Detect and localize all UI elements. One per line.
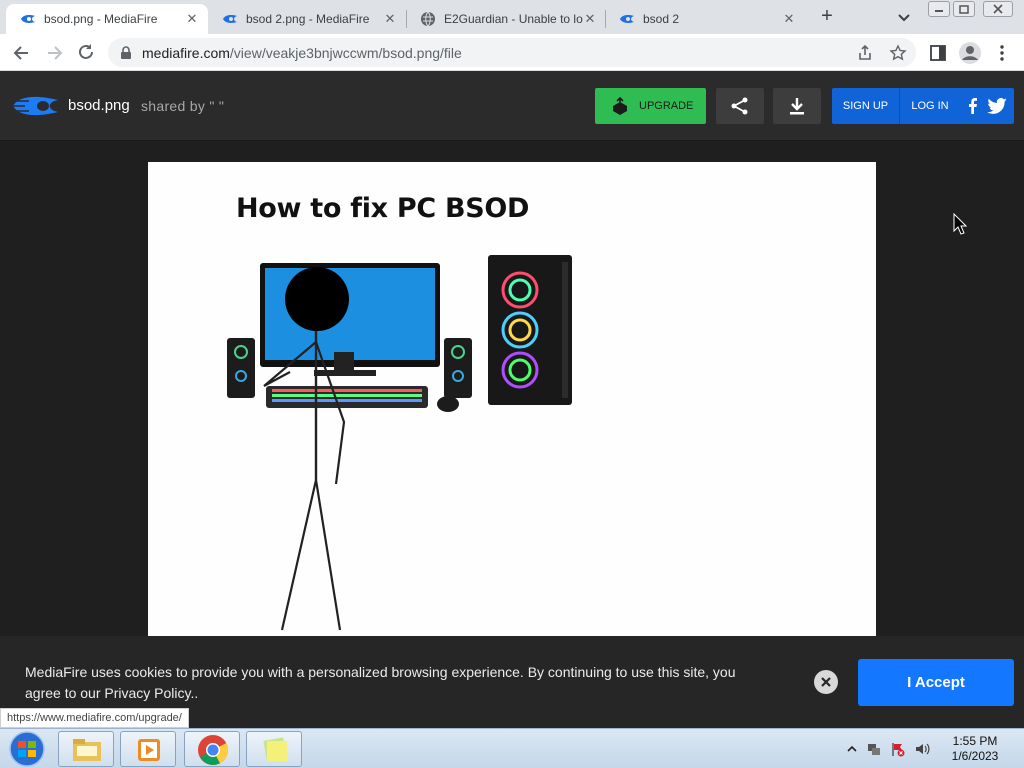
browser-toolbar: mediafire.com/view/veakje3bnjwccwm/bsod.… [0, 34, 1024, 71]
mediafire-icon [620, 15, 634, 23]
globe-icon [421, 11, 435, 27]
accept-cookies-button[interactable]: I Accept [858, 659, 1014, 706]
tab-bsod-2-png[interactable]: bsod 2.png - MediaFire ✕ [208, 4, 406, 34]
folder-icon [73, 739, 101, 761]
mediafire-header: bsod.png shared by " " UPGRADE SIGN UP L… [0, 71, 1024, 141]
file-name: bsod.png [68, 97, 130, 114]
tab-bsod-png[interactable]: bsod.png - MediaFire ✕ [6, 4, 208, 34]
taskbar-chrome-button[interactable] [184, 731, 240, 767]
upgrade-label: UPGRADE [639, 100, 694, 112]
tab-close-icon[interactable]: ✕ [781, 11, 797, 27]
media-player-icon [138, 739, 160, 761]
log-in-button[interactable]: LOG IN [901, 88, 959, 124]
kebab-menu-icon[interactable] [994, 43, 1010, 63]
address-bar[interactable]: mediafire.com/view/veakje3bnjwccwm/bsod.… [108, 38, 916, 67]
url-host: mediafire.com [142, 45, 230, 61]
share-icon [731, 97, 748, 115]
upgrade-button[interactable]: UPGRADE [595, 88, 706, 124]
profile-avatar-icon[interactable] [958, 41, 982, 65]
chrome-icon [198, 735, 229, 765]
tab-bsod-2[interactable]: bsod 2 ✕ [605, 4, 805, 34]
sticky-notes-icon [263, 737, 287, 761]
pc-illustration [227, 255, 572, 631]
mediafire-icon [21, 15, 35, 23]
preview-area: How to fix PC BSOD [0, 141, 1024, 636]
tab-search-chevron-icon[interactable] [892, 6, 916, 28]
download-icon [790, 98, 804, 115]
tab-title: bsod 2 [643, 12, 680, 26]
shared-by-text: shared by " " [141, 98, 225, 114]
mediafire-icon [223, 15, 237, 23]
back-arrow-icon[interactable] [9, 40, 35, 66]
download-button[interactable] [773, 88, 821, 124]
taskbar-media-player-button[interactable] [120, 731, 176, 767]
tab-strip: bsod.png - MediaFire ✕ bsod 2.png - Medi… [0, 0, 1024, 34]
tab-close-icon[interactable]: ✕ [582, 11, 598, 27]
forward-arrow-icon[interactable] [41, 40, 67, 66]
system-clock[interactable]: 1:55 PM 1/6/2023 [940, 734, 1010, 764]
close-window-button[interactable] [983, 1, 1013, 17]
network-icon[interactable] [866, 741, 882, 757]
bookmark-star-icon[interactable] [889, 44, 907, 62]
windows-start-icon[interactable] [6, 730, 48, 768]
tab-close-icon[interactable]: ✕ [382, 11, 398, 27]
close-icon [993, 4, 1003, 14]
image-title: How to fix PC BSOD [236, 193, 530, 224]
url-text: mediafire.com/view/veakje3bnjwccwm/bsod.… [142, 45, 462, 61]
close-icon [821, 677, 831, 687]
side-panel-icon[interactable] [929, 44, 947, 62]
share-page-icon[interactable] [856, 44, 874, 62]
lock-icon[interactable] [120, 46, 132, 60]
cookie-message: MediaFire uses cookies to provide you wi… [25, 664, 736, 701]
link-status-bar: https://www.mediafire.com/upgrade/ [0, 708, 189, 728]
volume-icon[interactable] [914, 741, 930, 757]
windows-taskbar: 1:55 PM 1/6/2023 [0, 728, 1024, 768]
sign-up-button[interactable]: SIGN UP [832, 88, 900, 124]
show-hidden-icons-chevron-icon[interactable] [844, 741, 860, 757]
taskbar-notes-button[interactable] [246, 731, 302, 767]
auth-button-group: SIGN UP LOG IN [832, 88, 1014, 124]
mouse-cursor-icon [953, 213, 967, 235]
image-preview: How to fix PC BSOD [148, 162, 876, 636]
minimize-icon [935, 10, 943, 12]
taskbar-explorer-button[interactable] [58, 731, 114, 767]
cookie-close-button[interactable] [814, 670, 838, 694]
url-path: /view/veakje3bnjwccwm/bsod.png/file [229, 45, 462, 61]
tab-title: bsod 2.png - MediaFire [246, 12, 370, 26]
reload-icon[interactable] [73, 40, 99, 66]
restore-icon [959, 5, 969, 14]
clock-date: 1/6/2023 [951, 749, 999, 763]
restore-button[interactable] [953, 1, 975, 17]
tab-title: E2Guardian - Unable to lo [444, 12, 583, 26]
tab-title: bsod.png - MediaFire [44, 12, 158, 26]
facebook-icon[interactable] [963, 96, 983, 116]
upgrade-box-icon [613, 97, 627, 115]
new-tab-button[interactable]: + [814, 5, 840, 29]
share-button[interactable] [716, 88, 764, 124]
clock-time: 1:55 PM [952, 734, 998, 748]
tab-e2guardian[interactable]: E2Guardian - Unable to lo ✕ [406, 4, 606, 34]
twitter-icon[interactable] [986, 96, 1008, 116]
mediafire-logo-icon[interactable] [13, 95, 59, 117]
minimize-button[interactable] [928, 1, 950, 17]
action-center-flag-icon[interactable] [890, 741, 906, 757]
tab-close-icon[interactable]: ✕ [184, 11, 200, 27]
